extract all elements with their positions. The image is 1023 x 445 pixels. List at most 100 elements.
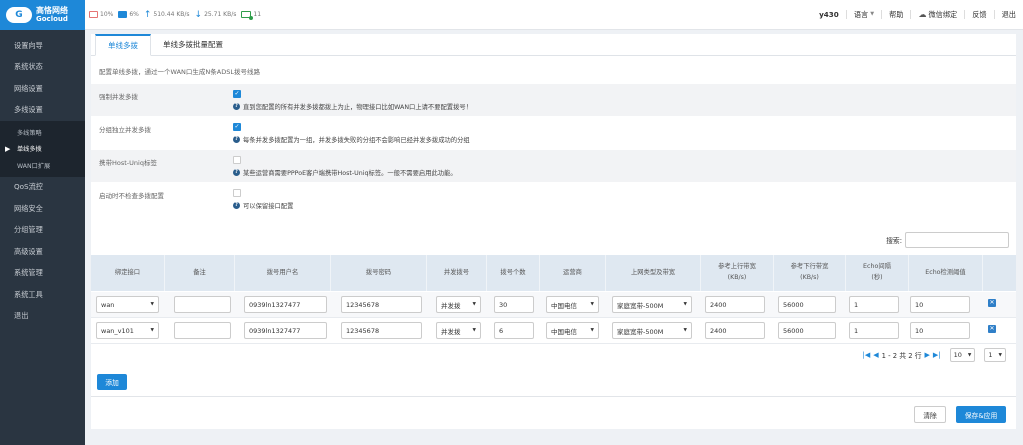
add-button[interactable]: 添加 xyxy=(97,374,127,390)
pagination: |◀ ◀ 1 - 2 共 2 行 ▶ ▶| 10 1 xyxy=(863,348,1006,362)
sidebar-item-multiline-settings[interactable]: 多线设置 xyxy=(0,100,85,122)
cpu-stat: 10% xyxy=(89,11,113,18)
help-link[interactable]: 帮助 xyxy=(881,10,910,19)
top-right-nav: y430 语言 ▼ 帮助 ☁ 微信绑定 反馈 退出 xyxy=(812,10,1023,19)
isp-select[interactable]: 中国电信 xyxy=(546,322,599,339)
search-input[interactable] xyxy=(905,232,1009,248)
sidebar-item-system-management[interactable]: 系统管理 xyxy=(0,263,85,285)
sidebar-sub-label: 单线多拨 xyxy=(17,146,42,154)
group-independent-checkbox[interactable]: ✓ xyxy=(233,123,241,131)
mode-select[interactable]: 并发拨 xyxy=(436,296,481,313)
option-hint: ? 可以保留接口配置 xyxy=(233,201,293,210)
password-input[interactable]: 12345678 xyxy=(341,322,422,339)
active-arrow-icon: ▶ xyxy=(5,144,11,153)
logout-link[interactable]: 退出 xyxy=(993,10,1023,19)
sidebar-item-logout[interactable]: 退出 xyxy=(0,306,85,328)
caret-down-icon: ▼ xyxy=(870,11,875,17)
skip-check-checkbox[interactable] xyxy=(233,189,241,197)
col-action xyxy=(982,255,1016,291)
download-stat: ↓ 25.71 KB/s xyxy=(194,9,237,20)
sidebar-sub-multiline-policy[interactable]: 多线策略 xyxy=(0,124,85,141)
mode-select[interactable]: 并发拨 xyxy=(436,322,481,339)
wechat-icon: ☁ xyxy=(918,10,927,19)
up-bandwidth-input[interactable]: 2400 xyxy=(705,322,765,339)
count-input[interactable]: 6 xyxy=(494,322,534,339)
sidebar-item-advanced-settings[interactable]: 高级设置 xyxy=(0,241,85,263)
username[interactable]: y430 xyxy=(812,10,846,19)
memory-icon xyxy=(118,11,128,18)
tab-batch-config[interactable]: 单线多拨批量配置 xyxy=(151,33,235,55)
prev-page-icon[interactable]: ◀ xyxy=(873,351,878,359)
option-label: 携带Host-Uniq标签 xyxy=(99,159,157,167)
isp-select[interactable]: 中国电信 xyxy=(546,296,599,313)
col-echo: Echo间隔 (秒) xyxy=(845,255,908,291)
save-apply-button[interactable]: 保存&应用 xyxy=(956,406,1006,423)
col-password: 拨号密码 xyxy=(330,255,426,291)
option-skip-check: 启动时不检查多拨配置 ? 可以保留接口配置 xyxy=(91,182,1016,222)
username-input[interactable]: 0939ln1327477 xyxy=(244,296,327,313)
iface-select[interactable]: wan xyxy=(96,296,159,313)
option-hint: ? 某些运营商需要PPPoE客户端携带Host-Uniq标签。一般不需要启用此功能… xyxy=(233,168,457,177)
sidebar-subgroup: 多线策略 ▶ 单线多拨 WAN口扩展 xyxy=(0,121,85,177)
download-arrow-icon: ↓ xyxy=(194,9,203,20)
up-bandwidth-input[interactable]: 2400 xyxy=(705,296,765,313)
echo-interval-input[interactable]: 1 xyxy=(849,296,899,313)
sidebar: G 高恪网络 Gocloud 设置向导 系统状态 网络设置 多线设置 多线策略 … xyxy=(0,0,85,445)
sidebar-item-setup-wizard[interactable]: 设置向导 xyxy=(0,35,85,57)
option-hint: ? 每条并发多拨配置为一组，并发多拨失败的分组不会影响已经并发多拨成功的分组 xyxy=(233,135,470,144)
first-page-icon[interactable]: |◀ xyxy=(863,351,871,359)
cpu-icon xyxy=(89,11,98,18)
col-iface: 绑定接口 xyxy=(114,268,141,276)
force-concurrent-checkbox[interactable]: ✓ xyxy=(233,90,241,98)
next-page-icon[interactable]: ▶ xyxy=(925,351,930,359)
page-size-select[interactable]: 10 xyxy=(949,348,976,362)
monitor-icon xyxy=(241,11,254,20)
sidebar-item-system-status[interactable]: 系统状态 xyxy=(0,57,85,79)
type-select[interactable]: 家庭宽带-500M xyxy=(612,322,692,339)
page-select[interactable]: 1 xyxy=(984,348,1006,362)
iface-select[interactable]: wan_v101 xyxy=(96,322,159,339)
language-menu[interactable]: 语言 ▼ xyxy=(845,10,881,19)
col-note: 备注 xyxy=(164,255,234,291)
sidebar-item-network-settings[interactable]: 网络设置 xyxy=(0,78,85,100)
tab-single-multidial[interactable]: 单线多拨 xyxy=(95,34,151,56)
sidebar-item-group-management[interactable]: 分组管理 xyxy=(0,220,85,242)
search-label: 搜索: xyxy=(886,237,902,245)
option-hint: ? 直到您配置的所有并发多拨都拨上为止，物理接口比如WAN口上请不要配置拨号！ xyxy=(233,102,472,111)
tab-bar: 单线多拨 单线多拨批量配置 xyxy=(91,34,1016,56)
question-icon: ? xyxy=(233,103,240,110)
delete-icon[interactable]: ✕ xyxy=(988,299,996,307)
wechat-bind-link[interactable]: ☁ 微信绑定 xyxy=(910,10,964,19)
clear-button[interactable]: 清除 xyxy=(914,406,946,423)
down-bandwidth-input[interactable]: 56000 xyxy=(778,322,836,339)
host-uniq-checkbox[interactable] xyxy=(233,156,241,164)
echo-threshold-input[interactable]: 10 xyxy=(910,322,970,339)
last-page-icon[interactable]: ▶| xyxy=(933,351,941,359)
col-mode: 并发拨号 xyxy=(426,255,486,291)
col-username: 拨号用户名 xyxy=(234,255,330,291)
note-input[interactable] xyxy=(174,296,231,313)
password-input[interactable]: 12345678 xyxy=(341,296,422,313)
cloud-logo-icon: G xyxy=(6,7,32,23)
username-input[interactable]: 0939ln1327477 xyxy=(244,322,327,339)
table-row: wan_v101 0939ln1327477 12345678 并发拨 6 中国… xyxy=(91,318,1016,344)
content-panel: 单线多拨 单线多拨批量配置 配置单线多拨，通过一个WAN口生成N条ADSL拨号线… xyxy=(91,34,1016,429)
sidebar-item-network-security[interactable]: 网络安全 xyxy=(0,198,85,220)
option-label: 强制并发多拨 xyxy=(99,93,138,101)
sidebar-sub-single-multidial[interactable]: ▶ 单线多拨 xyxy=(0,141,85,158)
count-input[interactable]: 30 xyxy=(494,296,534,313)
col-type: 上网类型及带宽 xyxy=(605,255,700,291)
echo-interval-input[interactable]: 1 xyxy=(849,322,899,339)
down-bandwidth-input[interactable]: 56000 xyxy=(778,296,836,313)
feedback-link[interactable]: 反馈 xyxy=(964,10,993,19)
type-select[interactable]: 家庭宽带-500M xyxy=(612,296,692,313)
echo-threshold-input[interactable]: 10 xyxy=(910,296,970,313)
sidebar-item-system-tools[interactable]: 系统工具 xyxy=(0,284,85,306)
note-input[interactable] xyxy=(174,322,231,339)
sidebar-item-qos[interactable]: QoS流控 xyxy=(0,177,85,199)
search-box: 搜索: xyxy=(886,232,1009,248)
delete-icon[interactable]: ✕ xyxy=(988,325,996,333)
upload-arrow-icon: ↑ xyxy=(143,9,152,20)
brand-logo[interactable]: G 高恪网络 Gocloud xyxy=(0,0,85,30)
sidebar-sub-wan-expand[interactable]: WAN口扩展 xyxy=(0,157,85,174)
